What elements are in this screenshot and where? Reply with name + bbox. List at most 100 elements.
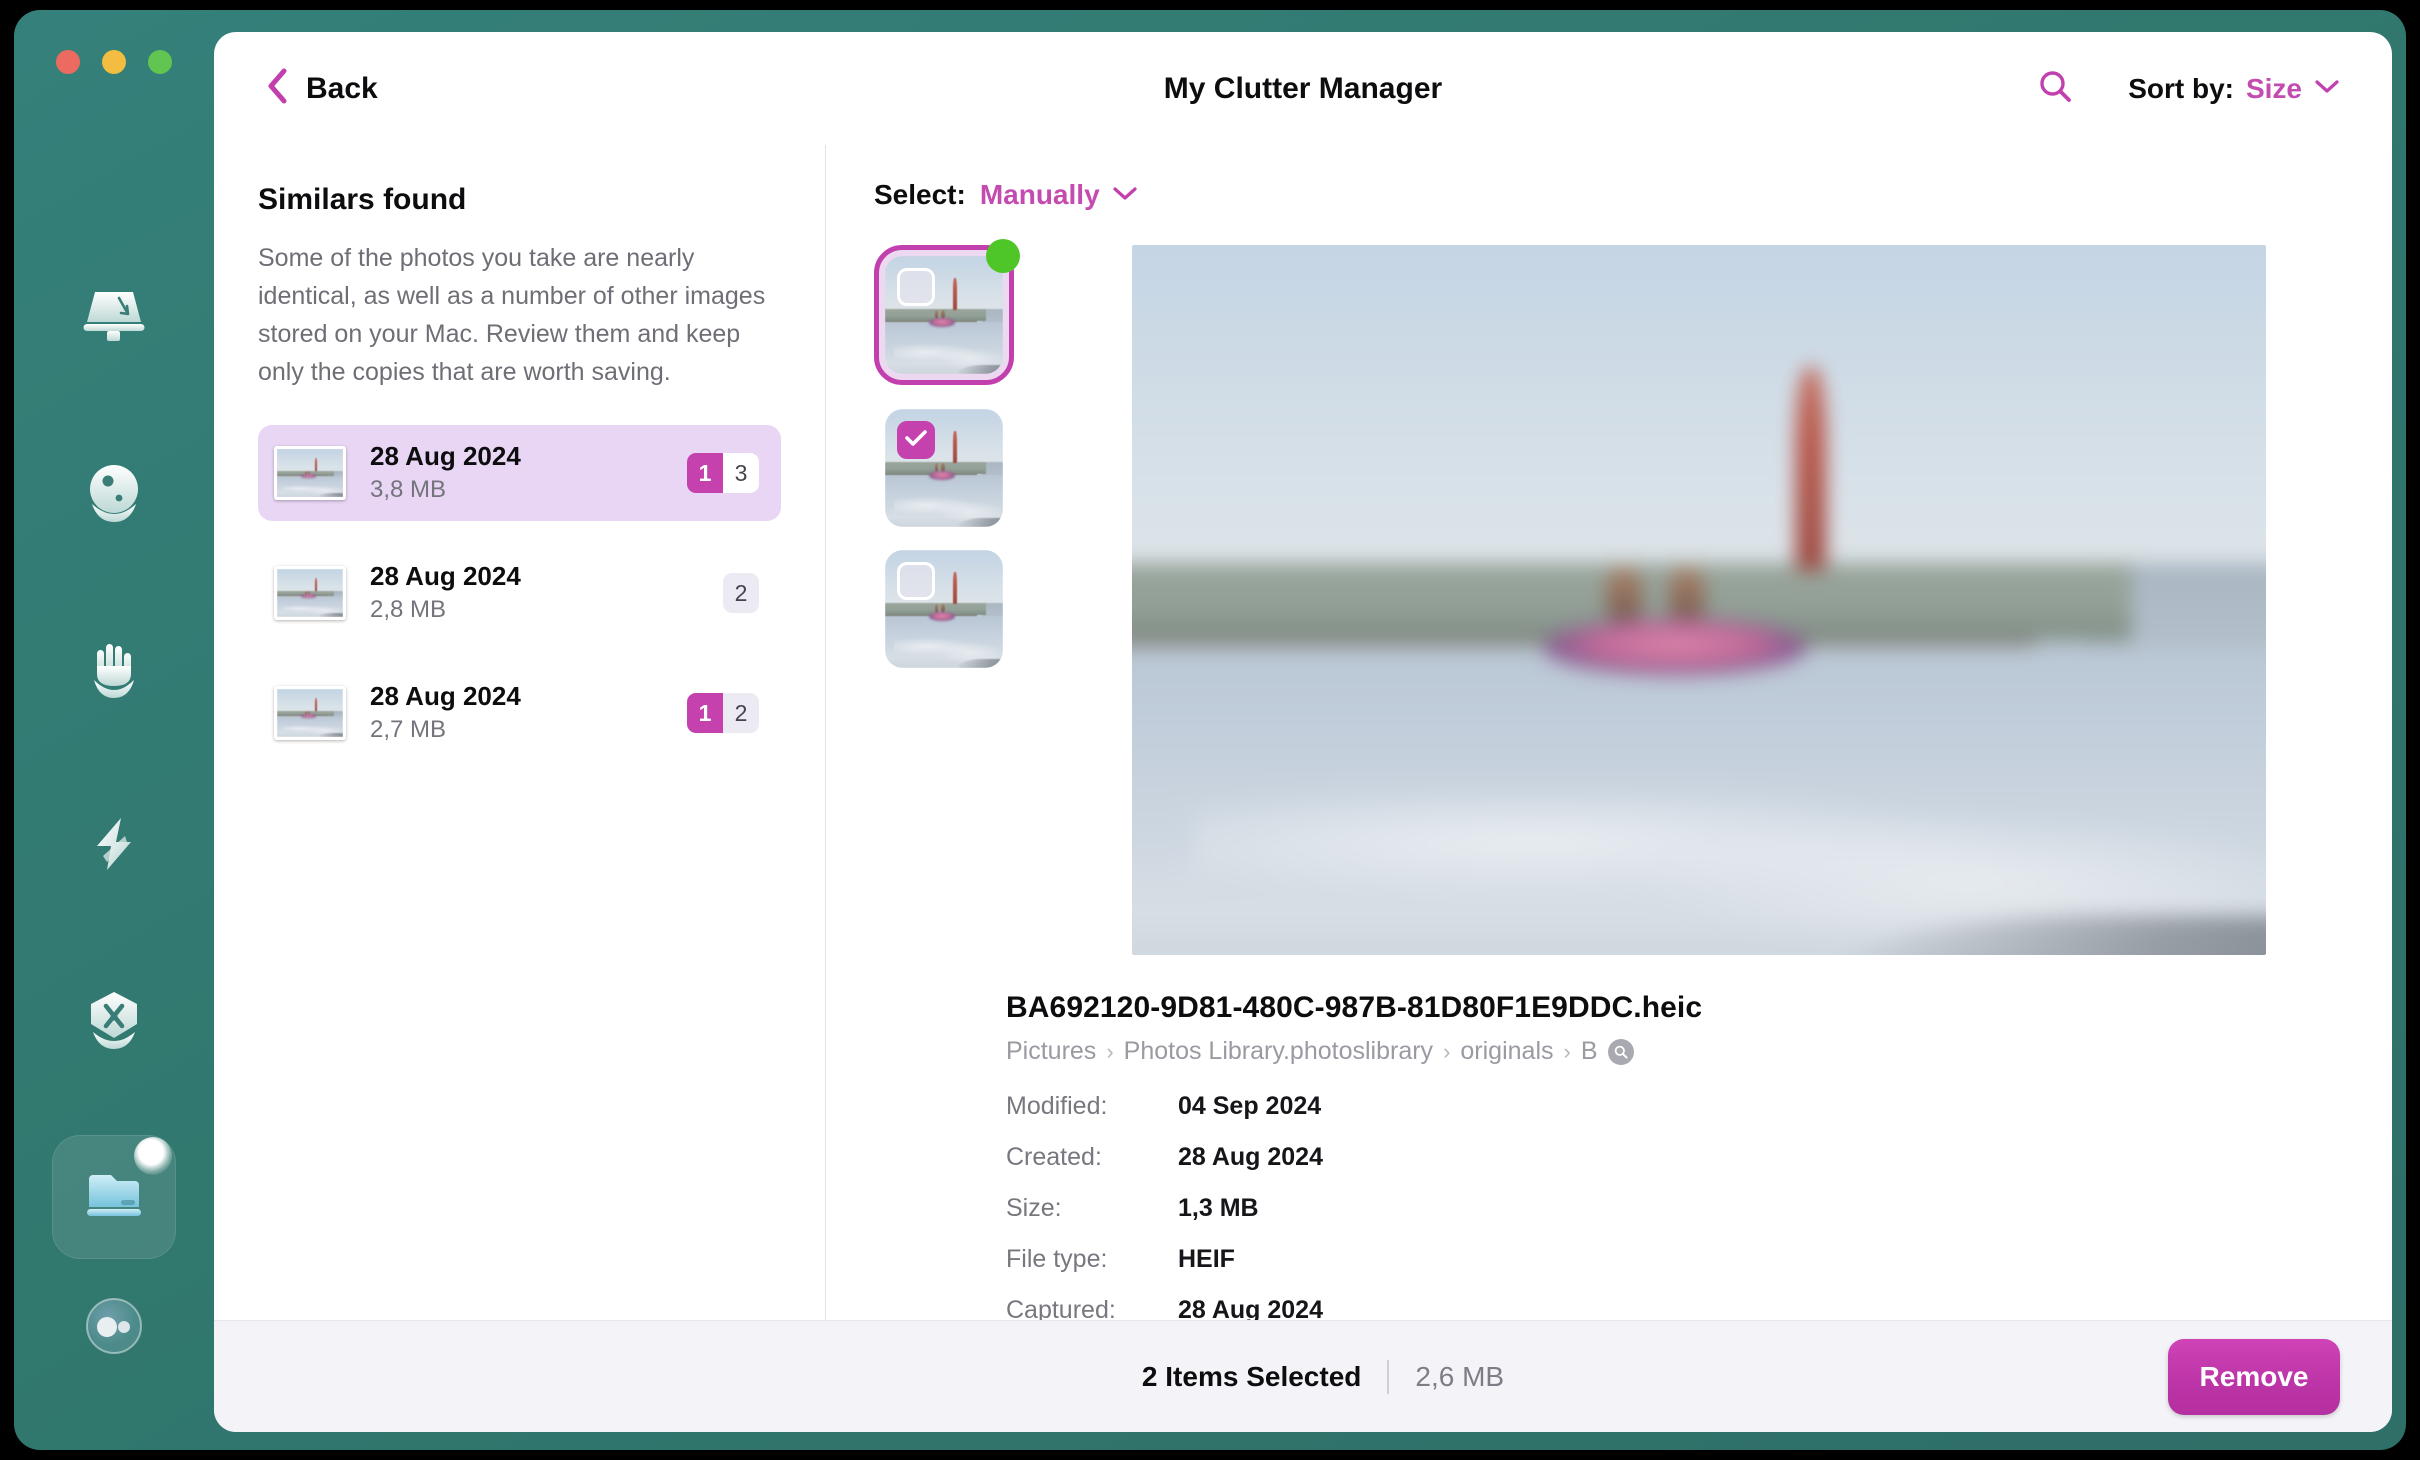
group-date: 28 Aug 2024 [370,440,521,471]
select-mode-row: Select: Manually [874,179,2392,211]
metadata-value: 04 Sep 2024 [1178,1092,1322,1120]
sidebar-item-my-clutter[interactable] [52,1135,176,1259]
assistant-button[interactable] [52,1264,176,1388]
group-size: 2,7 MB [370,716,447,744]
sidebar-item-applications[interactable] [52,959,176,1083]
metadata-key: Captured: [1006,1296,1116,1320]
metadata-row: Captured: 28 Aug 2024 [1006,1296,2392,1320]
metadata-key: Modified: [1006,1092,1108,1120]
group-date: 28 Aug 2024 [370,680,521,711]
scanner-icon [81,286,147,348]
detail-pane: Select: Manually BA692120-9D81-480C-987B… [826,145,2392,1320]
thumbnail-item[interactable] [874,239,1020,385]
group-total-count: 2 [723,693,759,733]
content-card: Back My Clutter Manager Sort by: Size Si… [214,32,2392,1432]
group-date: 28 Aug 2024 [370,560,521,591]
sort-by-control[interactable]: Sort by: Size [2128,73,2340,105]
group-thumbnail [274,566,346,620]
metadata-key: Created: [1006,1143,1102,1171]
magnifier-icon[interactable] [1607,1038,1634,1065]
thumbnail-item[interactable] [885,409,1003,527]
group-thumbnail [274,446,346,500]
group-badge: 2 [723,573,759,613]
metadata-row: Modified: 04 Sep 2024 [1006,1092,2392,1143]
search-icon[interactable] [2038,69,2072,108]
group-thumbnail [274,686,346,740]
sort-by-value: Size [2245,72,2302,104]
preview-area [874,239,2392,955]
desktop-background: Back My Clutter Manager Sort by: Size Si… [0,0,2420,1460]
breadcrumb-item[interactable]: Photos Library.photoslibrary [1124,1037,1433,1066]
select-label: Select: [874,179,966,210]
shield-tools-icon [82,988,146,1054]
chevron-left-icon [266,68,288,109]
sidebar-item-protection[interactable] [52,607,176,731]
thumbnail-checkbox[interactable] [897,268,935,306]
header-actions: Sort by: Size [2038,69,2340,108]
metadata-value: 1,3 MB [1178,1194,1259,1222]
thumbnail-strip [874,239,1046,955]
pane-title: Similars found [258,183,467,216]
sort-by-label: Sort by: [2128,72,2234,104]
group-badge: 1 3 [687,453,759,493]
group-row[interactable]: 28 Aug 2024 2,8 MB 2 [258,545,781,641]
metadata-row: Created: 28 Aug 2024 [1006,1143,2392,1194]
metadata-table: Modified: 04 Sep 2024 Created: 28 Aug 20… [1006,1092,2392,1320]
group-meta: 28 Aug 2024 3,8 MB [370,441,687,506]
app-window: Back My Clutter Manager Sort by: Size Si… [14,10,2406,1450]
breadcrumb-item[interactable]: Pictures [1006,1037,1096,1066]
folder-icon [81,1167,147,1227]
sidebar-item-smart-care[interactable] [52,255,176,379]
thumbnail-checkbox[interactable] [897,421,935,459]
group-row[interactable]: 28 Aug 2024 2,7 MB 1 2 [258,665,781,761]
metadata-key: File type: [1006,1245,1108,1273]
metadata-row: Size: 1,3 MB [1006,1194,2392,1245]
group-badge: 1 2 [687,693,759,733]
remove-button[interactable]: Remove [2168,1338,2340,1415]
best-copy-marker [986,239,1020,273]
assistant-orb-icon [82,1294,146,1358]
file-info: BA692120-9D81-480C-987B-81D80F1E9DDC.hei… [1006,991,2392,1320]
metadata-row: File type: HEIF [1006,1245,2392,1296]
checkmark-icon [905,429,927,452]
sidebar-item-performance[interactable] [52,783,176,907]
group-row[interactable]: 28 Aug 2024 3,8 MB 1 3 [258,425,781,521]
group-size: 2,8 MB [370,596,447,624]
breadcrumb-item[interactable]: originals [1460,1037,1553,1066]
metadata-value: HEIF [1178,1245,1235,1273]
breadcrumb-separator: › [1106,1038,1114,1064]
select-mode-value: Manually [979,179,1100,210]
back-button[interactable]: Back [266,68,378,109]
group-meta: 28 Aug 2024 2,7 MB [370,681,687,746]
selected-size-label: 2,6 MB [1415,1360,1505,1392]
group-size: 3,8 MB [370,476,447,504]
metadata-value: 28 Aug 2024 [1178,1296,1323,1320]
content-body: Similars found Some of the photos you ta… [214,145,2392,1320]
hand-icon [83,636,145,702]
sidebar-rail [14,10,214,1450]
sidebar-item-cleanup[interactable] [52,431,176,555]
droplet-icon [83,460,145,526]
similars-pane: Similars found Some of the photos you ta… [214,145,826,1320]
pane-description: Some of the photos you take are nearly i… [258,244,766,386]
group-selected-count: 1 [687,453,723,493]
chevron-down-icon [1112,185,1138,206]
selected-count-label: 2 Items Selected [1141,1360,1362,1392]
breadcrumb-item[interactable]: B [1581,1037,1598,1066]
thumbnail-item[interactable] [885,550,1003,668]
group-list: 28 Aug 2024 3,8 MB 1 3 28 Aug 2024 2,8 M… [258,425,781,761]
app-header: Back My Clutter Manager Sort by: Size [214,32,2392,145]
group-meta: 28 Aug 2024 2,8 MB [370,561,723,626]
selection-summary: 2 Items Selected 2,6 MB [214,1359,2392,1394]
sidebar-bottom [14,1264,214,1388]
notification-dot [134,1137,172,1175]
divider [1387,1359,1390,1394]
preview-image [1132,245,2266,955]
file-name: BA692120-9D81-480C-987B-81D80F1E9DDC.hei… [1006,991,1703,1024]
group-total-count: 2 [723,573,759,613]
metadata-key: Size: [1006,1194,1062,1222]
breadcrumb-separator: › [1563,1038,1571,1064]
action-bar: 2 Items Selected 2,6 MB Remove [214,1320,2392,1432]
select-mode-dropdown[interactable]: Manually [980,179,1138,211]
thumbnail-checkbox[interactable] [897,562,935,600]
